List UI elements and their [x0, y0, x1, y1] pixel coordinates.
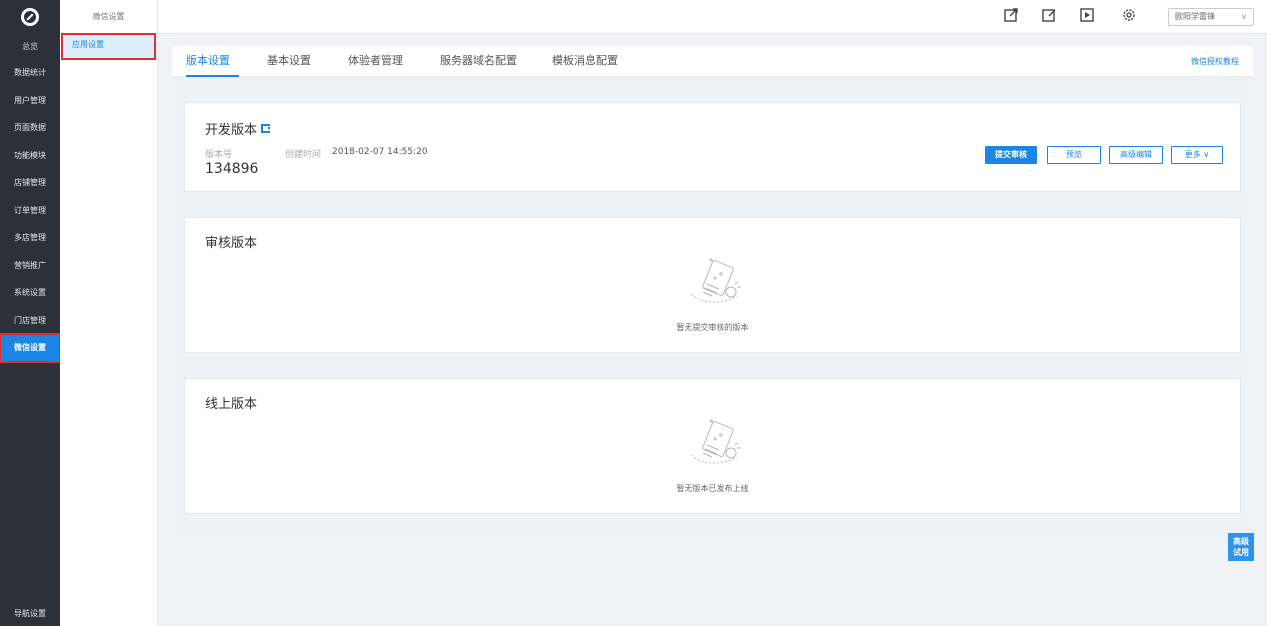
nav-settings-link[interactable]: 导航设置 [0, 602, 60, 626]
online-empty-text: 暂无版本已发布上线 [676, 484, 749, 493]
main-sidebar: 总览 数据统计 用户管理 页面数据 功能模块 店铺管理 订单管理 多店管理 营销… [0, 0, 61, 626]
qr-code-icon[interactable] [261, 124, 271, 133]
tab-server-domain[interactable]: 服务器域名配置 [440, 46, 517, 77]
user-name: 欧阳学雷锋 [1175, 12, 1215, 21]
chevron-down-icon: ∨ [1241, 12, 1247, 21]
user-dropdown[interactable]: 欧阳学雷锋 ∨ [1168, 8, 1254, 26]
nav-item-marketing[interactable]: 营销推广 [0, 252, 60, 280]
tab-basic-settings[interactable]: 基本设置 [267, 46, 311, 77]
gear-icon[interactable] [1121, 7, 1137, 23]
dev-version-title-text: 开发版本 [205, 123, 258, 138]
external-link-icon[interactable] [1003, 7, 1019, 23]
review-version-card: 审核版本 暂无提交审核的版本 [184, 217, 1241, 353]
tab-tester-management[interactable]: 体验者管理 [348, 46, 403, 77]
submit-review-button[interactable]: 提交审核 [985, 146, 1037, 164]
nav-item-page-data[interactable]: 页面数据 [0, 114, 60, 142]
nav-item-shop-management[interactable]: 店铺管理 [0, 169, 60, 197]
nav-item-order-management[interactable]: 订单管理 [0, 197, 60, 225]
wechat-auth-tutorial-link[interactable]: 微信授权教程 [1191, 46, 1239, 77]
review-version-title: 审核版本 [205, 236, 258, 251]
nav-item-feature-modules[interactable]: 功能模块 [0, 142, 60, 170]
online-version-title: 线上版本 [205, 397, 258, 412]
advanced-trial-button[interactable]: 高级 试用 [1228, 533, 1254, 561]
empty-document-icon [690, 418, 741, 464]
advanced-trial-line2: 试用 [1233, 548, 1249, 557]
subnav-item-app-settings[interactable]: 应用设置 [61, 33, 156, 60]
created-time-label: 创建时间 [285, 150, 322, 160]
play-icon[interactable] [1079, 7, 1095, 23]
top-bar: 欧阳学雷锋 ∨ [158, 0, 1267, 34]
version-number: 134896 [205, 161, 259, 177]
nav-item-overview[interactable]: 总览 [0, 34, 60, 59]
settings-tabs: 版本设置 基本设置 体验者管理 服务器域名配置 模板消息配置 微信授权教程 [172, 46, 1253, 77]
empty-document-icon [690, 257, 741, 303]
more-dropdown-button[interactable]: 更多 ∨ [1171, 146, 1223, 164]
dev-version-title: 开发版本 [205, 119, 271, 138]
app-logo[interactable] [0, 0, 60, 34]
nav-item-multi-store[interactable]: 多店管理 [0, 224, 60, 252]
dev-version-card: 开发版本 版本号 创建时间 2018-02-07 14:55:20 134896… [184, 102, 1241, 192]
nav-item-system-settings[interactable]: 系统设置 [0, 279, 60, 307]
nav-item-data-stats[interactable]: 数据统计 [0, 59, 60, 87]
version-label: 版本号 [205, 150, 233, 160]
advanced-trial-line1: 高级 [1233, 537, 1249, 546]
nav-item-wechat-settings[interactable]: 微信设置 [0, 333, 61, 363]
tab-template-message[interactable]: 模板消息配置 [552, 46, 618, 77]
created-time-value: 2018-02-07 14:55:20 [332, 147, 428, 157]
secondary-sidebar: 微信设置 应用设置 [60, 0, 158, 626]
preview-button[interactable]: 预览 [1047, 146, 1101, 164]
main-panel: 版本设置 基本设置 体验者管理 服务器域名配置 模板消息配置 微信授权教程 开发… [172, 46, 1253, 540]
edit-icon[interactable] [1041, 7, 1057, 23]
tab-version-settings[interactable]: 版本设置 [186, 46, 239, 77]
nav-item-store-management[interactable]: 门店管理 [0, 307, 60, 335]
review-empty-text: 暂无提交审核的版本 [676, 323, 749, 332]
subnav-title: 微信设置 [60, 0, 157, 34]
nav-item-user-management[interactable]: 用户管理 [0, 87, 60, 115]
online-version-card: 线上版本 暂无版本已发布上线 [184, 378, 1241, 514]
advanced-edit-button[interactable]: 高级编辑 [1109, 146, 1163, 164]
